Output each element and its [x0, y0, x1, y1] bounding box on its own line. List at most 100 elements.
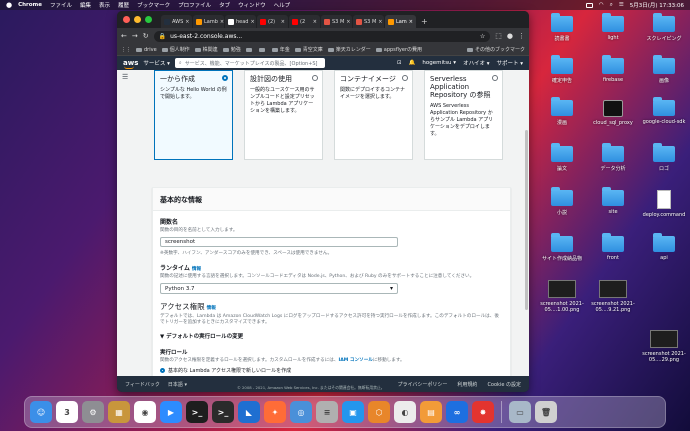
privacy-link[interactable]: プライバシーポリシー [398, 381, 448, 388]
radio-button[interactable] [402, 75, 408, 81]
bookmark-item[interactable] [245, 46, 254, 53]
bell-icon[interactable]: 🔔 [409, 60, 416, 66]
option-card-serverless-repo[interactable]: Serverless Application Repository の参照 AW… [424, 70, 503, 160]
aws-support-menu[interactable]: サポート ▾ [496, 59, 523, 67]
desktop-item[interactable]: site [584, 187, 642, 215]
bookmark-item[interactable]: 年金 [271, 46, 290, 53]
aws-services-menu[interactable]: サービス ▾ [143, 59, 170, 67]
sequel-icon[interactable]: ≡ [316, 401, 338, 423]
runtime-select[interactable]: Python 3.7 ▾ [160, 283, 398, 294]
desktop-item[interactable]: screenshot 2021-05....29.png [635, 330, 690, 363]
menu-window[interactable]: ウィンドウ [238, 1, 266, 9]
desktop-item[interactable]: screenshot 2021-05....9.21.png [584, 280, 642, 313]
scrollbar-thumb[interactable] [525, 130, 528, 310]
chrome-icon[interactable]: ◉ [134, 401, 156, 423]
zoom-window-button[interactable] [145, 16, 152, 23]
menu-file[interactable]: ファイル [50, 1, 72, 9]
desktop-item[interactable]: screenshot 2021-05....1.00.png [533, 280, 591, 313]
aws-user-menu[interactable]: hogemitsu ▾ [422, 60, 456, 66]
desktop-item[interactable]: api [635, 233, 690, 261]
change-role-expander[interactable]: ▼ デフォルトの実行ロールの変更 [160, 332, 503, 340]
menu-profile[interactable]: プロファイル [178, 1, 211, 9]
close-tab-icon[interactable]: × [220, 19, 224, 25]
docker-icon[interactable]: ▣ [342, 401, 364, 423]
address-bar[interactable]: 🔒 us-east-2.console.aws... ☆ [153, 30, 491, 42]
aws-region-menu[interactable]: オハイオ ▾ [463, 59, 489, 67]
desktop-item[interactable]: ロゴ [635, 143, 690, 172]
language-select[interactable]: 日本語 ▾ [168, 381, 187, 388]
aws-search-input[interactable]: ⌕ サービス、機能、マーケットプレイスの製品、[Option+S] [174, 58, 325, 68]
browser-tab[interactable]: (2) × [257, 15, 288, 28]
bookmark-item[interactable]: 楽天カレンダー [327, 46, 371, 53]
browser-tab[interactable]: Lamb × [193, 15, 224, 28]
finder-icon[interactable]: ☺ [30, 401, 52, 423]
preview-icon[interactable]: ▭ [509, 401, 531, 423]
desktop-item[interactable]: スクレイピング [635, 13, 690, 42]
control-center-icon[interactable]: ☰ [619, 2, 624, 8]
menu-edit[interactable]: 編集 [80, 1, 91, 9]
cookie-settings-link[interactable]: Cookie の設定 [487, 381, 521, 388]
extensions-icon[interactable]: ⬚ [495, 32, 502, 40]
bookmark-item[interactable]: appsflyerの費用 [375, 46, 422, 53]
menu-view[interactable]: 表示 [99, 1, 110, 9]
radio-button[interactable] [492, 75, 498, 81]
photos-icon[interactable]: ▤ [420, 401, 442, 423]
function-name-input[interactable]: screenshot [160, 237, 398, 247]
desktop-item[interactable]: front [584, 233, 642, 261]
desktop-item[interactable]: データ分析 [584, 143, 642, 172]
terms-link[interactable]: 利用規約 [457, 381, 477, 388]
desktop-item[interactable]: 確定申告 [533, 55, 591, 84]
desktop-item[interactable]: サイト作成納品物 [533, 233, 591, 262]
close-tab-icon[interactable]: × [313, 19, 317, 25]
close-tab-icon[interactable]: × [185, 19, 189, 25]
zoom-icon[interactable]: ▶ [160, 401, 182, 423]
bookmark-item[interactable]: 株関連 [194, 46, 218, 53]
trash-icon[interactable]: 🗑 [535, 401, 557, 423]
desktop-item[interactable]: google-cloud-sdk [635, 97, 690, 125]
option-card-blueprint[interactable]: 設計図の使用 一般的なユースケース用のサンプルコードと設定プリセットから Lam… [244, 70, 323, 160]
terminal-2-icon[interactable]: >_ [212, 401, 234, 423]
infinity-icon[interactable]: ∞ [446, 401, 468, 423]
browser-tab[interactable]: AWS × [161, 15, 192, 28]
radio-button[interactable] [160, 368, 165, 373]
vscode-icon[interactable]: ◣ [238, 401, 260, 423]
bookmark-other[interactable]: その他のブックマーク [466, 46, 525, 53]
star-icon[interactable]: ☆ [480, 33, 485, 40]
archive-icon[interactable]: ▦ [108, 401, 130, 423]
postman-icon[interactable]: ✦ [264, 401, 286, 423]
browser-tab[interactable]: (2 × [289, 15, 320, 28]
forward-arrow-icon[interactable]: → [132, 32, 138, 40]
menu-history[interactable]: 履歴 [118, 1, 129, 9]
role-option-new[interactable]: 基本的な Lambda アクセス権限で新しいロールを作成 [160, 367, 503, 374]
desktop-item[interactable]: 論文 [533, 143, 591, 172]
menu-app[interactable]: Chrome [18, 2, 42, 8]
browser-tab[interactable]: S3 M × [353, 15, 384, 28]
system-preferences-icon[interactable]: ⚙ [82, 401, 104, 423]
menu-help[interactable]: ヘルプ [274, 1, 291, 9]
search-icon[interactable]: ⌕ [610, 2, 613, 9]
browser-tab[interactable]: Lam × [385, 15, 416, 28]
more-menu-icon[interactable]: ⋮ [518, 32, 525, 40]
radio-button[interactable] [222, 75, 228, 81]
page-scrollbar[interactable] [524, 70, 529, 376]
figma-icon[interactable]: ◐ [394, 401, 416, 423]
desktop-item[interactable]: 画像 [635, 55, 690, 84]
battery-icon[interactable] [585, 2, 593, 8]
apple-icon[interactable]: ● [6, 1, 12, 9]
wifi-icon[interactable]: ◠ [599, 2, 604, 8]
sourcetree-icon[interactable]: ⬡ [368, 401, 390, 423]
close-tab-icon[interactable]: × [409, 19, 413, 25]
runtime-info-link[interactable]: 情報 [192, 267, 201, 272]
close-tab-icon[interactable]: × [250, 19, 254, 25]
option-card-from-scratch[interactable]: 一から作成 シンプルな Hello World の例で開始します。 [154, 70, 233, 160]
option-card-container-image[interactable]: コンテナイメージ 関数にデプロイするコンテナイメージを選択します。 [334, 70, 413, 160]
apps-icon[interactable]: ⋮⋮ [121, 47, 131, 53]
bookmark-item[interactable]: 個人制作 [161, 46, 190, 53]
radio-button[interactable] [312, 75, 318, 81]
menubar-clock[interactable]: 5月3日(月) 17:33:06 [630, 1, 684, 9]
magnifier-icon[interactable]: ◎ [290, 401, 312, 423]
terminal-icon[interactable]: >_ [186, 401, 208, 423]
desktop-item[interactable]: light [584, 13, 642, 41]
pdf-tool-icon[interactable]: ✸ [472, 401, 494, 423]
desktop-item[interactable]: cloud_sql_proxy [584, 100, 642, 126]
